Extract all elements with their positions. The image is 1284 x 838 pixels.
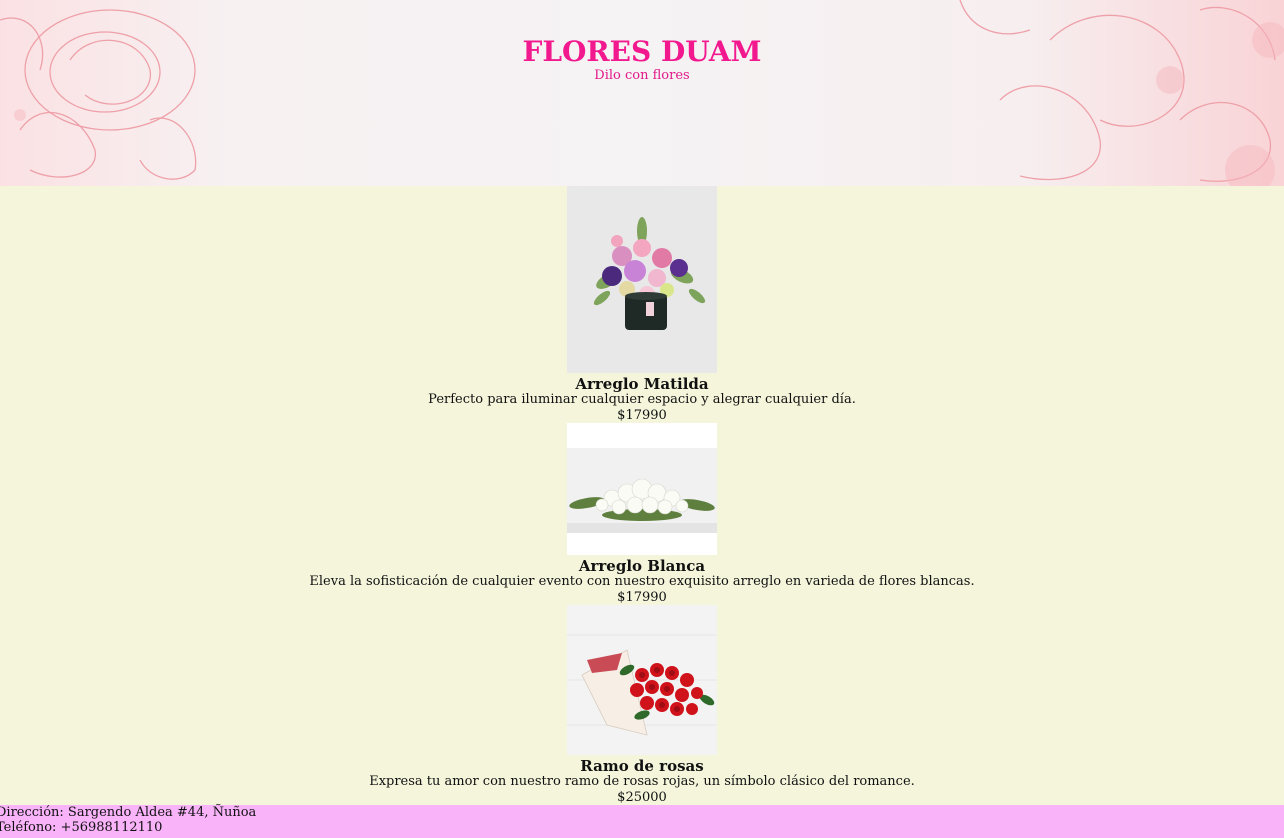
footer-address: Dirección: Sargendo Aldea #44, Ñuñoa <box>0 805 257 820</box>
product-description: Perfecto para iluminar cualquier espacio… <box>428 392 856 407</box>
product-name: Ramo de rosas <box>580 757 704 775</box>
product-name: Arreglo Blanca <box>578 557 706 575</box>
product-name: Arreglo Matilda <box>575 375 709 393</box>
floral-watercolor-background <box>0 0 1284 186</box>
site-header: FLORES DUAM Dilo con flores <box>0 0 1284 186</box>
site-footer: Dirección: Sargendo Aldea #44, Ñuñoa Tel… <box>0 805 1284 838</box>
site-tagline: Dilo con flores <box>594 68 690 83</box>
product-image-rosas <box>567 605 717 755</box>
product-price: $25000 <box>617 790 667 805</box>
product-price: $17990 <box>617 408 667 423</box>
site-title: FLORES DUAM <box>522 35 762 68</box>
product-image-matilda <box>567 186 717 373</box>
product-description: Expresa tu amor con nuestro ramo de rosa… <box>369 774 915 789</box>
product-description: Eleva la sofisticación de cualquier even… <box>309 574 975 589</box>
product-image-blanca <box>567 423 717 555</box>
product-price: $17990 <box>617 590 667 605</box>
footer-phone: Teléfono: +56988112110 <box>0 820 163 835</box>
